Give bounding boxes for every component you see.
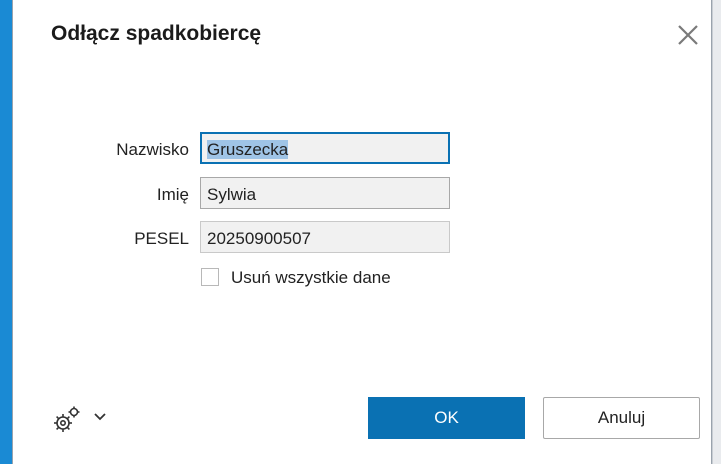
surname-value: Gruszecka xyxy=(207,140,289,159)
background-window-edge xyxy=(0,0,12,464)
detach-heir-dialog: Odłącz spadkobiercę Nazwisko Gruszecka I… xyxy=(12,0,712,464)
chevron-down-icon[interactable] xyxy=(93,410,107,422)
delete-all-checkbox[interactable] xyxy=(201,268,219,286)
close-icon[interactable] xyxy=(675,22,701,48)
firstname-field[interactable]: Sylwia xyxy=(200,177,450,209)
delete-all-label[interactable]: Usuń wszystkie dane xyxy=(231,268,391,288)
firstname-label: Imię xyxy=(156,185,189,204)
pesel-field[interactable]: 20250900507 xyxy=(200,221,450,253)
firstname-value: Sylwia xyxy=(207,185,257,204)
ok-button[interactable]: OK xyxy=(368,397,525,439)
surname-label: Nazwisko xyxy=(116,140,189,159)
background-window-edge-right xyxy=(713,0,721,464)
pesel-value: 20250900507 xyxy=(207,229,312,248)
pesel-label: PESEL xyxy=(134,229,189,248)
cancel-button[interactable]: Anuluj xyxy=(543,397,700,439)
gears-icon[interactable] xyxy=(51,404,83,436)
surname-field[interactable]: Gruszecka xyxy=(200,132,450,164)
dialog-title: Odłącz spadkobiercę xyxy=(51,22,262,45)
